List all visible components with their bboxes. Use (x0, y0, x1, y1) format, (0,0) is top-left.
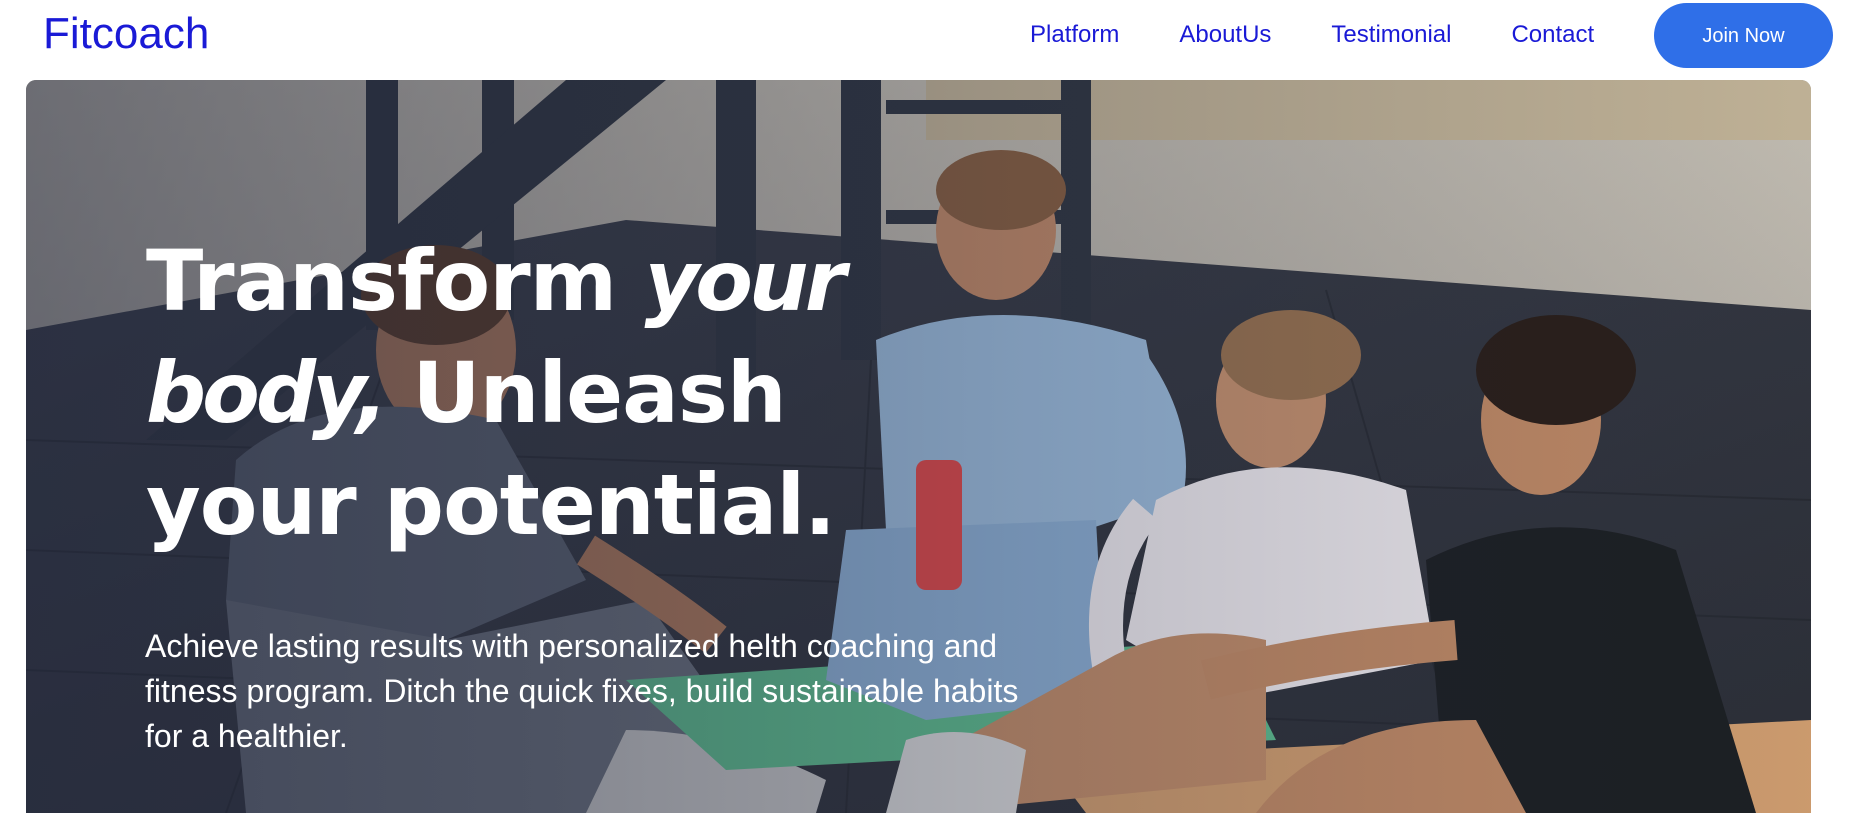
nav-link-platform[interactable]: Platform (1030, 18, 1119, 52)
top-navbar: Fitcoach Platform AboutUs Testimonial Co… (0, 0, 1851, 80)
hero-subtext: Achieve lasting results with personalize… (145, 628, 1019, 754)
headline-part-1: Transform (146, 232, 645, 330)
nav-link-about-us[interactable]: AboutUs (1179, 18, 1271, 52)
hero-headline: Transform your body, Unleash your potent… (146, 225, 926, 561)
main-nav: Platform AboutUs Testimonial Contact (1030, 18, 1654, 52)
hero-section: Transform your body, Unleash your potent… (26, 80, 1811, 813)
nav-link-testimonial[interactable]: Testimonial (1331, 18, 1451, 52)
join-now-button[interactable]: Join Now (1654, 3, 1833, 68)
nav-link-contact[interactable]: Contact (1511, 18, 1594, 52)
brand-logo[interactable]: Fitcoach (43, 8, 209, 60)
